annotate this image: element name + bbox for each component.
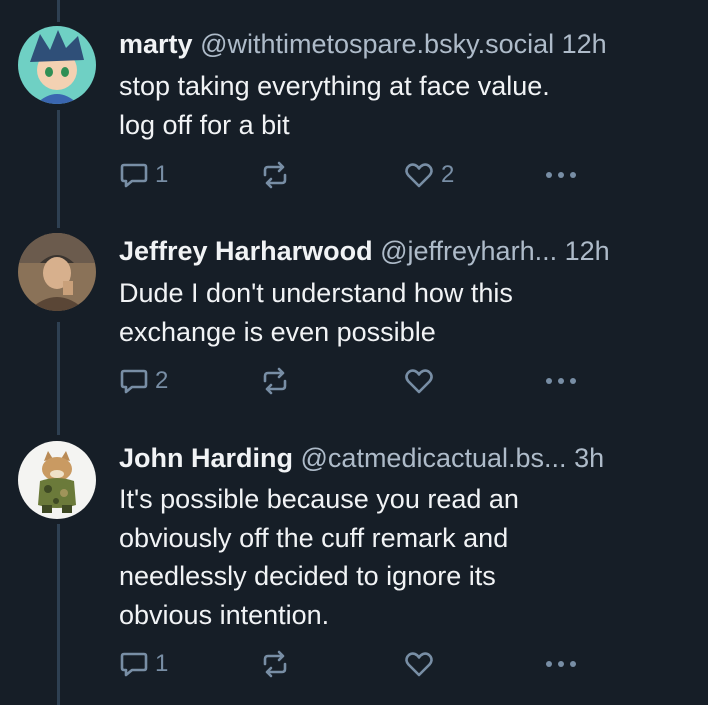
post-text-line: needlessly decided to ignore its [119, 561, 496, 591]
reply-count: 2 [155, 367, 169, 394]
like-count: 2 [441, 161, 455, 188]
author-name[interactable]: Jeffrey Harharwood [119, 236, 373, 266]
post-header: Jeffrey Harharwood @jeffreyharh... 12h [119, 234, 678, 268]
author-handle[interactable]: @catmedicactual.bs... [301, 443, 567, 473]
thread-feed: marty @withtimetospare.bsky.social 12h s… [0, 0, 708, 705]
thread-line [57, 0, 60, 22]
reply-button[interactable]: 2 [119, 364, 168, 398]
thread-line [57, 322, 60, 435]
more-options-button[interactable] [544, 647, 578, 681]
author-name[interactable]: marty [119, 29, 193, 59]
avatar[interactable] [18, 233, 96, 311]
more-options-button[interactable] [544, 364, 578, 398]
ellipsis-icon [544, 659, 578, 669]
speech-bubble-icon [119, 366, 149, 396]
speech-bubble-icon [119, 649, 149, 679]
more-options-button[interactable] [544, 158, 578, 192]
post-time[interactable]: 12h [562, 29, 607, 59]
repost-arrows-icon [259, 159, 291, 191]
thread-line [57, 110, 60, 228]
post-text-line: obvious intention. [119, 599, 330, 630]
post-header: John Harding @catmedicactual.bs... 3h [119, 441, 678, 475]
post-text: It's possible because you read an obviou… [119, 480, 679, 634]
avatar[interactable] [18, 441, 96, 519]
post-actions: 1 [119, 647, 589, 681]
post-text-line: log off for a bit [119, 109, 290, 140]
like-button[interactable] [403, 647, 441, 681]
repost-button[interactable] [259, 158, 297, 192]
post-time[interactable]: 3h [574, 443, 604, 473]
like-button[interactable] [403, 364, 441, 398]
post-text-line: exchange is even possible [119, 316, 436, 347]
heart-icon [403, 159, 435, 191]
post-text-line: Dude I don't understand how this [119, 278, 513, 308]
reply-count: 1 [155, 161, 169, 188]
speech-bubble-icon [119, 160, 149, 190]
post-text-line: obviously off the cuff remark and [119, 522, 509, 553]
ellipsis-icon [544, 170, 578, 180]
author-name[interactable]: John Harding [119, 443, 293, 473]
heart-icon [403, 648, 435, 680]
heart-icon [403, 365, 435, 397]
post-text: stop taking everything at face value. lo… [119, 67, 679, 144]
reply-button[interactable]: 1 [119, 158, 168, 192]
post-text-line: It's possible because you read an [119, 484, 519, 514]
reply-button[interactable]: 1 [119, 647, 168, 681]
repost-arrows-icon [259, 648, 291, 680]
like-button[interactable]: 2 [403, 158, 454, 192]
post-time[interactable]: 12h [565, 236, 610, 266]
author-handle[interactable]: @withtimetospare.bsky.social [200, 29, 554, 59]
reply-count: 1 [155, 650, 169, 677]
ellipsis-icon [544, 376, 578, 386]
repost-button[interactable] [259, 364, 297, 398]
thread-line [57, 524, 60, 705]
author-handle[interactable]: @jeffreyharh... [380, 236, 557, 266]
repost-button[interactable] [259, 647, 297, 681]
post-text: Dude I don't understand how this exchang… [119, 274, 679, 351]
post-actions: 2 [119, 364, 589, 398]
repost-arrows-icon [259, 365, 291, 397]
post-actions: 1 2 [119, 158, 589, 192]
post-text-line: stop taking everything at face value. [119, 71, 550, 101]
avatar[interactable] [18, 26, 96, 104]
post-header: marty @withtimetospare.bsky.social 12h [119, 27, 678, 61]
